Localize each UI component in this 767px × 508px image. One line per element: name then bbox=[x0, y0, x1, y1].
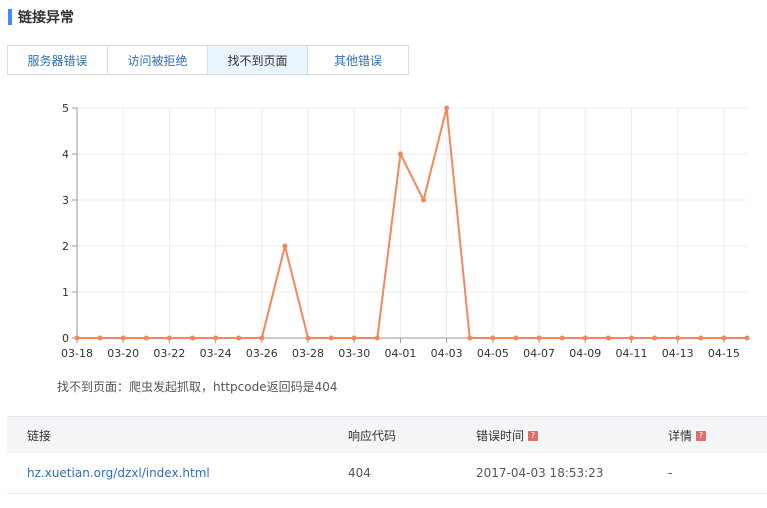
data-point bbox=[675, 335, 681, 341]
data-point bbox=[698, 335, 704, 341]
detail-value: - bbox=[668, 466, 673, 480]
series-line bbox=[77, 107, 747, 339]
y-tick-label: 1 bbox=[62, 286, 69, 299]
x-tick-label: 03-22 bbox=[153, 347, 185, 360]
data-point bbox=[744, 335, 750, 341]
table-row: hz.xuetian.org/dzxl/index.html 404 2017-… bbox=[7, 453, 767, 494]
x-tick-label: 04-03 bbox=[431, 347, 463, 360]
tab-other-error[interactable]: 其他错误 bbox=[308, 46, 408, 74]
data-point bbox=[166, 335, 172, 341]
error-trend-chart: 0 1 2 3 4 5 03-18 03-20 03-22 03-24 03-26 03-28 03-3… bbox=[61, 102, 750, 360]
data-point bbox=[305, 335, 311, 341]
data-point bbox=[421, 197, 427, 203]
section-header: 链接异常 bbox=[8, 8, 74, 26]
data-point bbox=[582, 335, 588, 341]
x-tick-label: 04-09 bbox=[569, 347, 601, 360]
data-point bbox=[559, 335, 565, 341]
x-tick-label: 04-11 bbox=[615, 347, 647, 360]
data-point bbox=[374, 335, 380, 341]
x-tick-label: 03-26 bbox=[246, 347, 278, 360]
x-tick-label: 04-01 bbox=[384, 347, 416, 360]
error-link[interactable]: hz.xuetian.org/dzxl/index.html bbox=[27, 466, 210, 480]
error-type-tabs: 服务器错误 访问被拒绝 找不到页面 其他错误 bbox=[7, 45, 409, 75]
header-link: 链接 bbox=[27, 428, 52, 443]
data-point bbox=[536, 335, 542, 341]
section-title: 链接异常 bbox=[18, 10, 74, 26]
title-accent-bar bbox=[8, 9, 12, 25]
data-point bbox=[236, 335, 242, 341]
data-point bbox=[351, 335, 357, 341]
data-point bbox=[397, 151, 403, 157]
data-point bbox=[721, 335, 727, 341]
x-tick-label: 04-05 bbox=[477, 347, 509, 360]
data-point bbox=[467, 335, 473, 341]
y-tick-label: 4 bbox=[62, 148, 69, 161]
data-point bbox=[513, 335, 519, 341]
row-link-wrap: hz.xuetian.org/dzxl/index.html bbox=[27, 466, 210, 480]
header-detail-wrap: 详情? bbox=[668, 427, 707, 444]
data-point bbox=[652, 335, 658, 341]
error-time: 2017-04-03 18:53:23 bbox=[476, 466, 604, 480]
x-tick-label: 03-20 bbox=[107, 347, 139, 360]
x-tick-label: 03-18 bbox=[61, 347, 93, 360]
data-point bbox=[143, 335, 149, 341]
y-tick-label: 3 bbox=[62, 194, 69, 207]
data-point bbox=[259, 335, 265, 341]
data-point bbox=[74, 335, 80, 341]
data-point bbox=[120, 335, 126, 341]
data-point bbox=[97, 335, 103, 341]
header-time-wrap: 错误时间? bbox=[476, 427, 539, 444]
x-tick-label: 04-15 bbox=[708, 347, 740, 360]
help-icon[interactable]: ? bbox=[696, 431, 707, 441]
data-point bbox=[444, 105, 450, 111]
response-code: 404 bbox=[348, 466, 371, 480]
y-tick-label: 5 bbox=[62, 102, 69, 115]
error-description: 找不到页面：爬虫发起抓取，httpcode返回码是404 bbox=[57, 380, 338, 394]
tab-page-not-found[interactable]: 找不到页面 bbox=[208, 46, 308, 74]
x-tick-label: 03-28 bbox=[292, 347, 324, 360]
header-detail: 详情 bbox=[668, 428, 693, 443]
data-point bbox=[282, 243, 288, 249]
tab-access-denied[interactable]: 访问被拒绝 bbox=[108, 46, 208, 74]
error-link-table: 链接 响应代码 错误时间? 详情? hz.xuetian.org/dzxl/in… bbox=[7, 416, 767, 494]
x-tick-label: 03-30 bbox=[338, 347, 370, 360]
data-point bbox=[213, 335, 219, 341]
data-point bbox=[190, 335, 196, 341]
tab-server-error[interactable]: 服务器错误 bbox=[8, 46, 108, 74]
x-tick-label: 03-24 bbox=[200, 347, 232, 360]
data-point bbox=[605, 335, 611, 341]
header-code: 响应代码 bbox=[348, 428, 397, 443]
data-point bbox=[628, 335, 634, 341]
y-tick-label: 0 bbox=[62, 332, 69, 345]
y-tick-label: 2 bbox=[62, 240, 69, 253]
data-point bbox=[490, 335, 496, 341]
table-header: 链接 响应代码 错误时间? 详情? bbox=[7, 416, 767, 453]
x-tick-label: 04-07 bbox=[523, 347, 555, 360]
data-point bbox=[328, 335, 334, 341]
help-icon[interactable]: ? bbox=[528, 431, 539, 441]
x-tick-label: 04-13 bbox=[662, 347, 694, 360]
header-time: 错误时间 bbox=[476, 428, 525, 443]
